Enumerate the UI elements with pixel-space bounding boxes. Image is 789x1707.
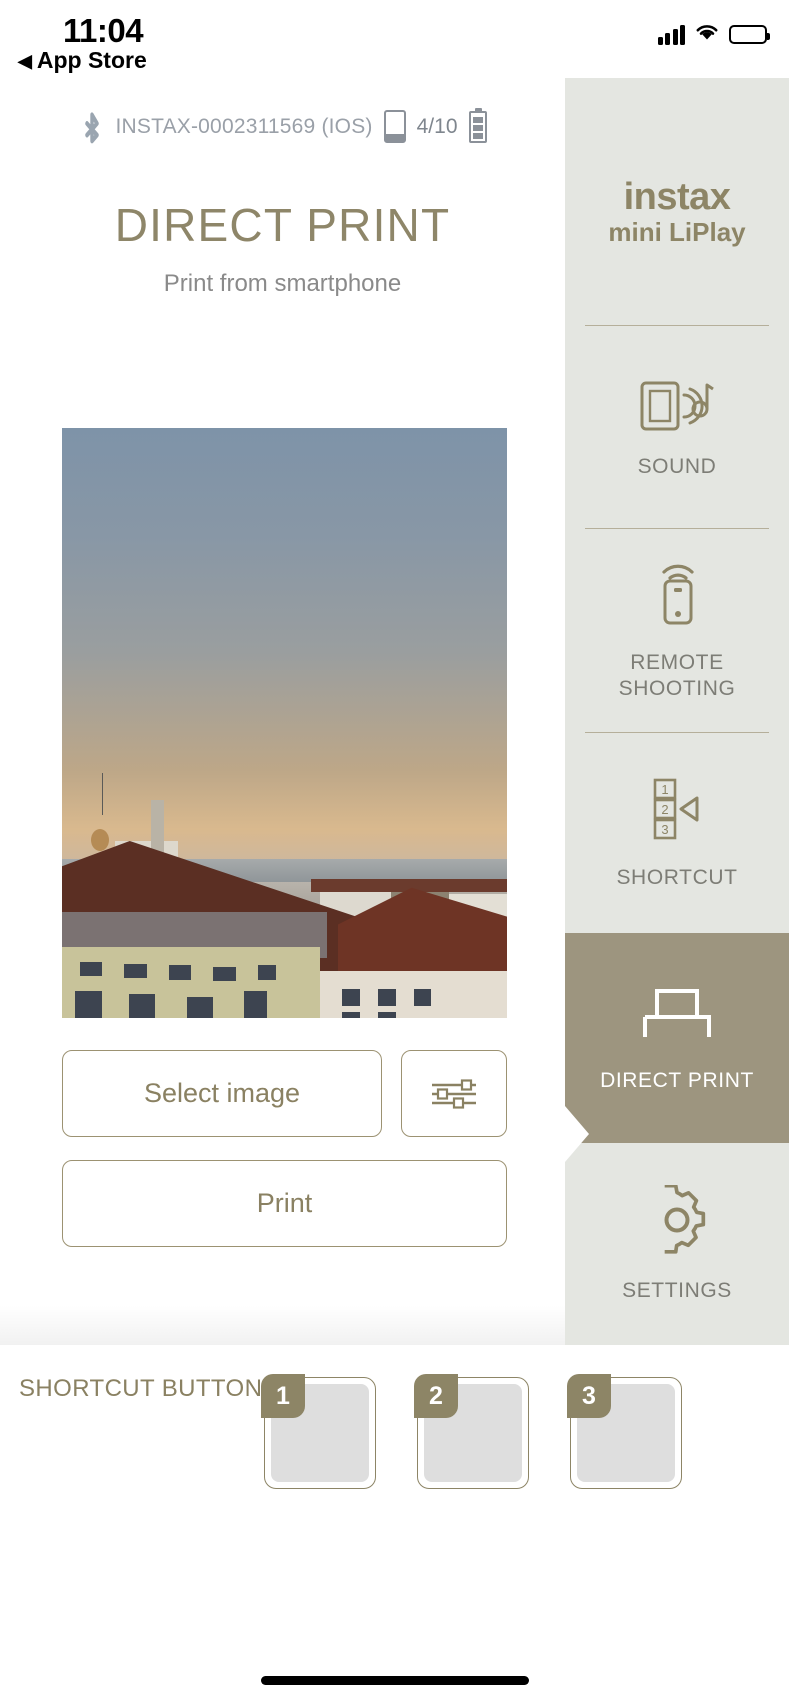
print-label: Print [256,1188,313,1218]
preview-chimney [151,799,165,853]
sidebar-item-direct-print[interactable]: DIRECT PRINT [565,933,789,1143]
back-label: App Store [36,47,147,73]
svg-text:1: 1 [661,782,668,797]
app-root: 11:04 ◀ App Store INSTAX-0002311569 (IOS… [0,0,789,1707]
cellular-signal-icon [657,24,685,45]
active-item-pointer [565,1106,589,1162]
shortcut-slot-3[interactable]: 3 [567,1374,682,1489]
connected-device-name: INSTAX-0002311569 (IOS) [115,114,373,138]
logo-line-2: mini LiPlay [608,217,746,247]
shortcut-slot-1-badge: 1 [261,1374,305,1418]
printer-battery-icon [468,107,487,143]
sidebar-item-settings[interactable]: SETTINGS [565,1143,789,1345]
back-to-app-store-button[interactable]: ◀ App Store [18,47,147,74]
device-status-row: INSTAX-0002311569 (IOS) 4/10 [0,104,565,149]
bluetooth-icon [79,104,105,149]
sidebar-item-label-remote-shooting: REMOTE SHOOTING [618,651,736,700]
svg-text:3: 3 [661,822,668,837]
shortcut-list-icon: 1 2 3 [641,776,713,847]
ios-clock: 11:04 [63,12,144,49]
sidebar: instax mini LiPlay SOUND REMOTE SHOOTING… [565,78,789,1345]
select-image-label: Select image [143,1078,301,1108]
sound-device-icon [638,375,716,436]
sidebar-item-label-shortcut: SHORTCUT [616,865,738,889]
sidebar-item-shortcut[interactable]: 1 2 3 SHORTCUT [565,733,789,933]
svg-text:2: 2 [661,802,668,817]
remote-shutter-icon [644,559,710,632]
sidebar-item-remote-shooting[interactable]: REMOTE SHOOTING [565,529,789,732]
select-image-button[interactable]: Select image [62,1050,382,1137]
print-button[interactable]: Print [62,1160,507,1247]
preview-satellite-dish [90,829,109,852]
ios-status-icons [657,22,770,47]
adjust-settings-button[interactable] [401,1050,507,1137]
page-subtitle: Print from smartphone [163,270,402,297]
shortcut-slot-3-badge: 3 [567,1374,611,1418]
wifi-icon [694,22,720,47]
sliders-adjust-icon [428,1074,480,1114]
shortcut-slot-1[interactable]: 1 [261,1374,376,1489]
home-indicator[interactable] [260,1676,529,1685]
logo-line-1: instax [623,176,731,218]
sidebar-item-label-direct-print: DIRECT PRINT [600,1068,754,1092]
shortcut-buttons-label: SHORTCUT BUTTONS [19,1375,279,1402]
sidebar-item-label-sound: SOUND [637,454,717,478]
preview-antenna [102,773,104,816]
image-preview[interactable] [62,428,507,1018]
instax-logo: instax mini LiPlay [565,178,789,245]
ios-status-bar: 11:04 ◀ App Store [0,0,789,78]
film-remaining-count: 4/10 [416,114,458,138]
battery-icon [729,25,770,44]
shortcut-slot-2-badge: 2 [414,1374,458,1418]
gear-icon [642,1183,712,1260]
shortcut-slot-2[interactable]: 2 [414,1374,529,1489]
sidebar-item-sound[interactable]: SOUND [565,326,789,528]
printer-icon [635,983,719,1050]
back-caret-icon: ◀ [18,50,32,71]
sidebar-item-label-settings: SETTINGS [622,1278,732,1302]
film-cartridge-icon [383,110,406,143]
page-title: DIRECT PRINT [114,199,451,251]
content-fade-separator [0,1305,565,1345]
